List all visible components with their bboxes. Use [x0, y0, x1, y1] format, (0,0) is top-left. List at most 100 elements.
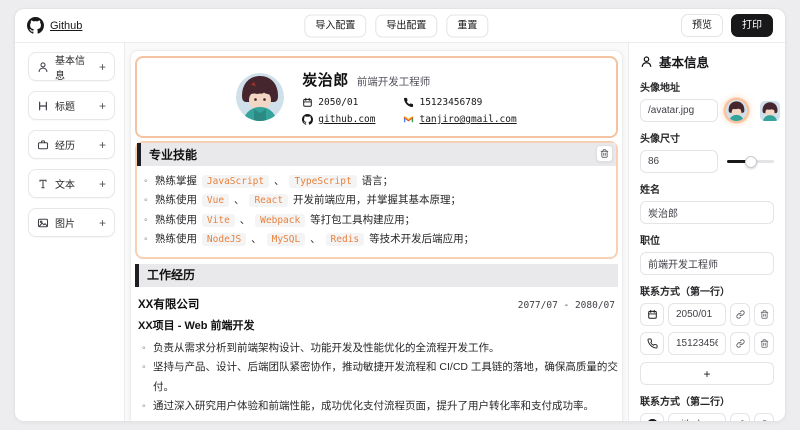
- sidebar-item-basic-info[interactable]: 基本信息 +: [28, 52, 115, 82]
- text-icon: [39, 179, 47, 188]
- work-period: 2077/07 - 2080/07: [517, 299, 615, 311]
- section-title: 工作经历: [135, 263, 618, 287]
- job-input[interactable]: [640, 252, 774, 275]
- phone-icon-button[interactable]: [640, 332, 664, 355]
- delete-contact-button[interactable]: [754, 413, 774, 421]
- delete-contact-button[interactable]: [754, 303, 774, 326]
- work-bullet: 坚持与产品、设计、后端团队紧密协作，推动敏捷开发流程和 CI/CD 工具链的落地…: [142, 358, 618, 397]
- contact-value-input[interactable]: [668, 332, 726, 355]
- heading-icon: [39, 101, 47, 110]
- sidebar-item-label: 基本信息: [55, 55, 85, 82]
- section-title: 专业技能: [137, 143, 616, 166]
- sidebar-item-text[interactable]: 文本 +: [28, 169, 115, 198]
- sidebar-item-label: 文本: [55, 180, 75, 191]
- code-chip: React: [249, 194, 289, 208]
- add-component-icon[interactable]: +: [99, 216, 106, 230]
- skill-bullet: 熟练使用 NodeJS 、 MySQL 、 Redis 等技术开发后端应用；: [144, 230, 616, 250]
- slider-thumb[interactable]: [745, 155, 758, 168]
- work-list: 负责从需求分析到前端架构设计、功能开发及性能优化的全流程开发工作。 坚持与产品、…: [135, 339, 618, 417]
- sidebar-item-heading[interactable]: 标题 +: [28, 91, 115, 120]
- resume-basic-info-block[interactable]: 炭治郎 前端开发工程师 2050/01 15123456789 github.c…: [135, 56, 618, 138]
- resume-name: 炭治郎: [302, 72, 349, 89]
- main-area: 基本信息 + 标题 + 经历 + 文本 + 图片 + 炭治郎 前端开发工程师 2…: [15, 43, 785, 421]
- sidebar-item-label: 标题: [55, 102, 75, 113]
- code-chip: Redis: [325, 233, 365, 247]
- topbar: Github 导入配置 导出配置 重置 预览 打印: [15, 9, 785, 43]
- add-component-icon[interactable]: +: [99, 99, 106, 113]
- resume-page: 炭治郎 前端开发工程师 2050/01 15123456789 github.c…: [130, 50, 623, 421]
- contact-github: github.com: [302, 114, 375, 125]
- avatar-url-input[interactable]: [640, 99, 718, 122]
- avatar-size-slider[interactable]: [727, 155, 774, 168]
- email-link[interactable]: tanjiro@gmail.com: [419, 114, 516, 125]
- contact-value-input[interactable]: [668, 303, 726, 326]
- contact-birthday: 2050/01: [302, 97, 375, 108]
- code-chip: JavaScript: [201, 175, 270, 188]
- code-chip: Vue: [201, 194, 230, 208]
- company-name: XX有限公司: [138, 298, 200, 311]
- link-icon: [735, 310, 745, 319]
- contact-field-row: [640, 413, 774, 421]
- skill-bullet: 熟练使用 Vite 、 Webpack 等打包工具构建应用；: [144, 211, 616, 231]
- link-button[interactable]: [730, 303, 750, 326]
- skills-list: 熟练掌握 JavaScript 、 TypeScript 语言； 熟练使用 Vu…: [137, 172, 616, 250]
- link-button[interactable]: [730, 332, 750, 355]
- print-button[interactable]: 打印: [731, 14, 773, 37]
- add-component-icon[interactable]: +: [99, 177, 106, 191]
- trash-icon: [762, 420, 766, 421]
- delete-section-button[interactable]: [596, 145, 613, 162]
- briefcase-icon: [37, 139, 49, 149]
- link-button[interactable]: [730, 413, 750, 421]
- contact-row2-label: 联系方式（第二行）: [640, 397, 730, 408]
- add-contact-button[interactable]: +: [640, 362, 774, 385]
- add-component-icon[interactable]: +: [99, 60, 106, 74]
- avatar: [236, 73, 285, 121]
- github-icon: [647, 419, 657, 421]
- github-icon-button[interactable]: [640, 413, 664, 421]
- trash-icon: [600, 149, 609, 158]
- avatar-shape-square-option[interactable]: [760, 100, 780, 121]
- avatar-size-input[interactable]: [640, 150, 718, 173]
- work-bullet: 通过深入研究用户体验和前端性能，成功优化支付流程页面，提升了用户转化率和支付成功…: [142, 397, 618, 417]
- sidebar-item-image[interactable]: 图片 +: [28, 208, 115, 237]
- import-config-button[interactable]: 导入配置: [304, 14, 367, 37]
- preview-button[interactable]: 预览: [681, 14, 723, 37]
- github-link[interactable]: Github: [50, 20, 82, 32]
- brand[interactable]: Github: [27, 17, 82, 34]
- avatar-url-label: 头像地址: [640, 83, 680, 94]
- add-component-icon[interactable]: +: [99, 138, 106, 152]
- contact-field-row: [640, 303, 774, 326]
- calendar-icon: [303, 97, 313, 107]
- config-actions: 导入配置 导出配置 重置: [304, 14, 489, 37]
- contact-field-row: [640, 332, 774, 355]
- work-section[interactable]: 工作经历 XX有限公司 2077/07 - 2080/07 XX项目 - Web…: [135, 263, 618, 417]
- component-sidebar: 基本信息 + 标题 + 经历 + 文本 + 图片 +: [15, 43, 124, 421]
- resume-job-title: 前端开发工程师: [356, 76, 431, 88]
- panel-title: 基本信息: [659, 56, 710, 70]
- trash-icon: [760, 310, 768, 319]
- reset-button[interactable]: 重置: [446, 14, 489, 37]
- settings-panel: 基本信息 头像地址 头像尺寸 姓名: [628, 43, 785, 421]
- job-label: 职位: [640, 236, 660, 247]
- gmail-icon: [404, 116, 414, 123]
- export-config-button[interactable]: 导出配置: [375, 14, 438, 37]
- name-label: 姓名: [640, 185, 660, 196]
- sidebar-item-experience[interactable]: 经历 +: [28, 130, 115, 159]
- user-icon: [38, 61, 48, 72]
- sidebar-item-label: 图片: [55, 219, 75, 230]
- resume-contacts: 2050/01 15123456789 github.com tanjiro@g…: [302, 97, 517, 125]
- delete-contact-button[interactable]: [754, 332, 774, 355]
- github-icon: [302, 114, 314, 125]
- avatar-shape-circle-option[interactable]: [726, 100, 747, 121]
- github-url-link[interactable]: github.com: [318, 114, 375, 125]
- contact-value-input[interactable]: [668, 413, 726, 421]
- calendar-icon-button[interactable]: [640, 303, 664, 326]
- skills-section[interactable]: 专业技能 熟练掌握 JavaScript 、 TypeScript 语言； 熟练…: [135, 141, 618, 259]
- code-chip: MySQL: [266, 233, 306, 247]
- sidebar-item-label: 经历: [55, 141, 75, 152]
- trash-icon: [760, 339, 768, 348]
- work-bullet: 负责从需求分析到前端架构设计、功能开发及性能优化的全流程开发工作。: [142, 339, 618, 359]
- code-chip: Vite: [201, 213, 235, 227]
- name-input[interactable]: [640, 201, 774, 224]
- skill-bullet: 熟练使用 Vue 、 React 开发前端应用，并掌握其基本原理；: [144, 191, 616, 211]
